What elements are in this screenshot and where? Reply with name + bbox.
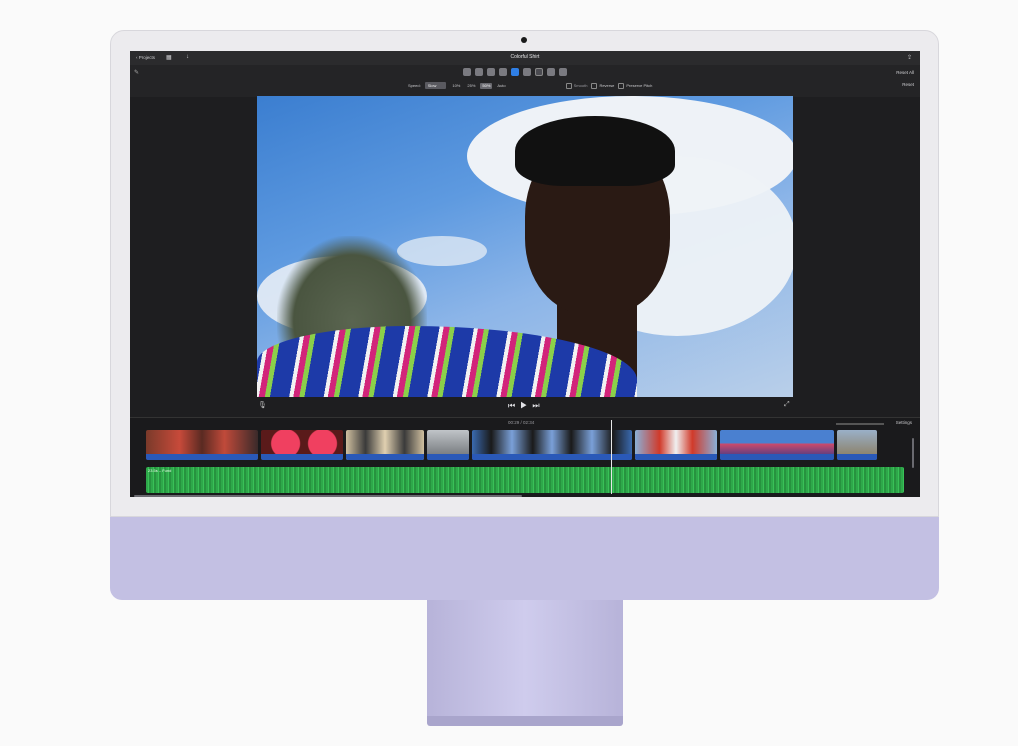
reverse-label: Reverse — [599, 83, 615, 88]
playhead[interactable] — [611, 420, 612, 494]
smooth-checkbox[interactable]: Smooth — [565, 82, 588, 89]
share-icon[interactable]: ⇪ — [907, 54, 912, 61]
stabilization-icon[interactable] — [499, 68, 507, 76]
person-hair — [515, 116, 675, 186]
video-clip[interactable] — [346, 430, 424, 460]
volume-icon[interactable] — [511, 68, 519, 76]
color-correction-icon[interactable] — [475, 68, 483, 76]
playback-controls: ⏮▶⏭ — [508, 401, 545, 411]
timecode-current: 00:29 — [508, 420, 520, 425]
speed-icon[interactable] — [535, 68, 543, 76]
video-viewer[interactable] — [257, 96, 793, 397]
skip-forward-icon[interactable]: ⏭ — [532, 401, 544, 410]
imac-stand — [427, 600, 623, 718]
speed-option[interactable]: 50% — [480, 82, 493, 89]
adjustment-tools — [463, 68, 567, 76]
display-bezel: ‹ Projects ▦ ↓ Colorful Shirt ⇪ ✎ Reset … — [110, 30, 939, 517]
fullscreen-icon[interactable]: ⤢ — [784, 401, 790, 409]
imac-chin — [110, 517, 939, 600]
video-clip[interactable] — [635, 430, 717, 460]
speed-option[interactable]: 10% — [450, 83, 462, 89]
speed-row: Speed: Slow 10% 25% 50% Auto Smooth Reverse… — [408, 82, 652, 89]
transport-bar: 🎙 ⏮▶⏭ ⤢ — [130, 397, 920, 415]
skip-back-icon[interactable]: ⏮ — [508, 401, 520, 410]
smooth-label: Smooth — [573, 83, 588, 88]
zoom-slider[interactable] — [836, 423, 884, 425]
video-clip[interactable] — [427, 430, 469, 460]
vertical-scrollbar[interactable] — [912, 438, 914, 468]
video-clip[interactable] — [472, 430, 632, 460]
settings-button[interactable]: Settings — [896, 420, 912, 425]
info-icon[interactable] — [559, 68, 567, 76]
screen: ‹ Projects ▦ ↓ Colorful Shirt ⇪ ✎ Reset … — [130, 51, 920, 497]
speed-option[interactable]: 25% — [465, 83, 477, 89]
crop-icon[interactable] — [487, 68, 495, 76]
noise-reduction-icon[interactable] — [523, 68, 531, 76]
speed-label: Speed: — [408, 83, 421, 88]
video-clips — [146, 430, 877, 460]
project-title: Colorful Shirt — [510, 54, 540, 60]
audio-track-label: 23.5s – Fund — [148, 468, 172, 473]
reset-button[interactable]: Reset — [902, 82, 914, 87]
color-balance-icon[interactable] — [463, 68, 471, 76]
title-bar: ‹ Projects ▦ ↓ Colorful Shirt ⇪ — [130, 51, 920, 66]
reverse-checkbox[interactable]: Reverse — [591, 82, 615, 89]
video-clip[interactable] — [720, 430, 834, 460]
timecode-total: 02:34 — [523, 420, 535, 425]
speed-options: 10% 25% 50% Auto — [450, 82, 507, 89]
adjustment-toolbar: ✎ Reset All Speed: Slow 10% 25% 50% Auto Sm… — [130, 65, 920, 97]
reset-all-button[interactable]: Reset All — [896, 70, 914, 75]
audio-track[interactable]: 23.5s – Fund — [146, 467, 904, 493]
video-clip[interactable] — [837, 430, 877, 460]
timeline[interactable]: 00:29 / 02:34 Settings 23.5s – Fund — [130, 417, 920, 497]
timecode: 00:29 / 02:34 — [508, 420, 535, 425]
clip-filter-icon[interactable] — [547, 68, 555, 76]
camera-icon — [521, 37, 527, 43]
video-clip[interactable] — [261, 430, 343, 460]
speed-option[interactable]: Auto — [495, 83, 507, 89]
speed-select[interactable]: Slow — [424, 82, 447, 89]
preserve-pitch-label: Preserve Pitch — [626, 83, 653, 88]
imac-stand-foot — [427, 716, 623, 726]
magic-wand-icon[interactable]: ✎ — [134, 69, 139, 76]
play-icon[interactable]: ▶ — [520, 401, 532, 410]
microphone-icon[interactable]: 🎙 — [258, 401, 267, 409]
preserve-pitch-checkbox[interactable]: Preserve Pitch — [618, 82, 653, 89]
imac: ‹ Projects ▦ ↓ Colorful Shirt ⇪ ✎ Reset … — [110, 30, 939, 600]
horizontal-scrollbar[interactable] — [134, 495, 522, 497]
video-clip[interactable] — [146, 430, 258, 460]
